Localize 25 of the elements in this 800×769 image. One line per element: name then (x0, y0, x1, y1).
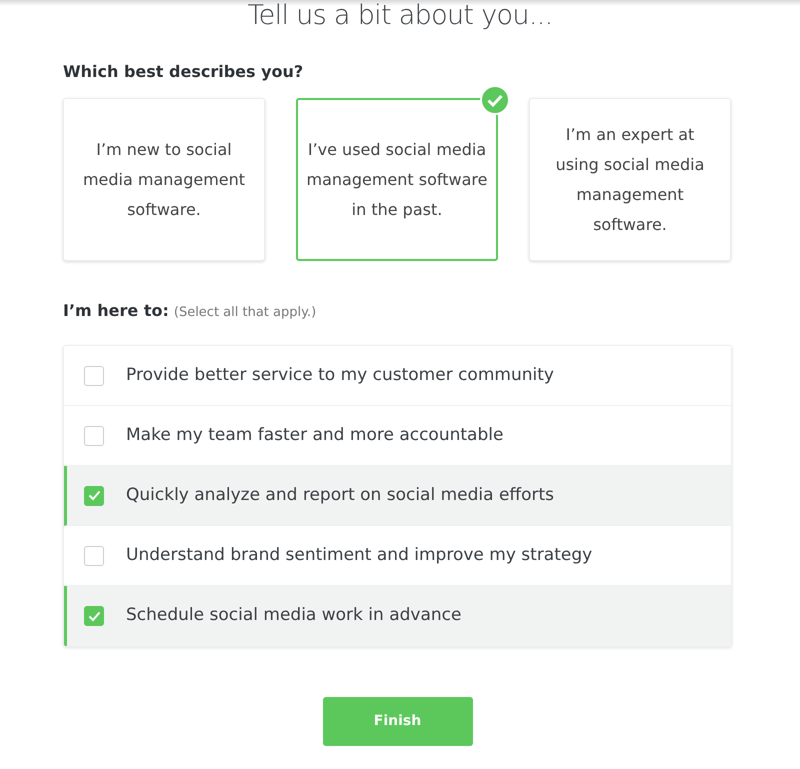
goal-option[interactable]: Quickly analyze and report on social media efforts (64, 466, 731, 526)
option-text: Understand brand sentiment and improve my strategy (126, 544, 592, 567)
experience-card[interactable]: I’m new to social media management software. (63, 98, 265, 261)
checkmark-icon (88, 490, 100, 501)
checkmark-icon (88, 610, 100, 622)
hint-text: (Select all that apply.) (174, 304, 316, 322)
check-badge-icon (480, 85, 510, 115)
section-label: I’m here to: (63, 300, 169, 322)
section-label: Which best describes you? (63, 61, 304, 83)
option-text: Make my team faster and more accountable (126, 424, 504, 447)
goal-option[interactable]: Provide better service to my customer community (64, 346, 731, 406)
experience-card[interactable]: I’ve used social media management software in the past. (296, 98, 498, 261)
goal-option[interactable]: Understand brand sentiment and improve my strategy (64, 526, 731, 586)
checkbox[interactable] (84, 486, 104, 506)
checkbox[interactable] (84, 546, 104, 566)
option-text: Provide better service to my customer community (126, 364, 554, 387)
option-text: Schedule social media work in advance (126, 604, 462, 628)
experience-card[interactable]: I’m an expert at using social media management software. (529, 98, 731, 261)
option-text: Quickly analyze and report on social media efforts (126, 484, 554, 507)
checkbox[interactable] (84, 606, 104, 626)
goal-option[interactable]: Schedule social media work in advance (64, 586, 731, 646)
page-title: Tell us a bit about you... (246, 0, 554, 32)
goal-option[interactable]: Make my team faster and more accountable (64, 406, 731, 466)
checkbox[interactable] (84, 426, 104, 446)
checkbox[interactable] (84, 366, 104, 386)
